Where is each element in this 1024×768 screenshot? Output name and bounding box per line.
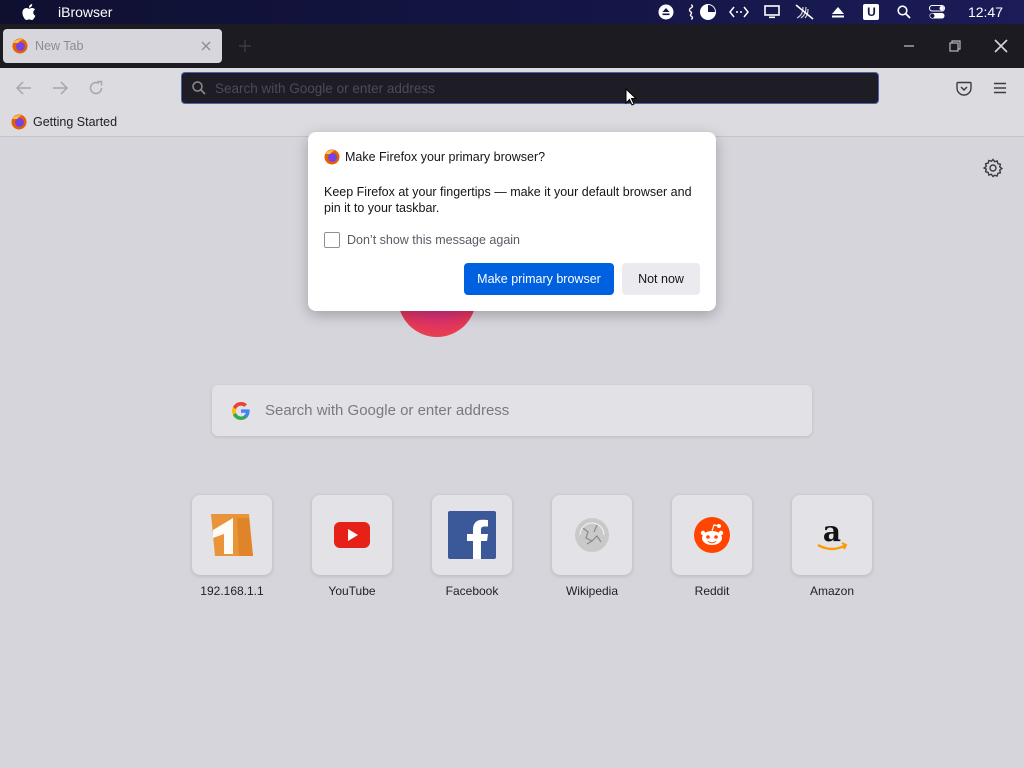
- restore-window-button[interactable]: [943, 34, 967, 58]
- bookmark-getting-started[interactable]: Getting Started: [11, 114, 117, 130]
- top-site-label: Facebook: [445, 584, 499, 598]
- top-site-label: Amazon: [809, 584, 855, 598]
- pocket-icon[interactable]: [953, 77, 975, 99]
- hamburger-menu-icon[interactable]: [989, 77, 1011, 99]
- mouse-pointer-icon: [625, 87, 638, 106]
- close-window-button[interactable]: [989, 34, 1013, 58]
- dialog-message: Keep Firefox at your fingertips — make i…: [324, 185, 692, 215]
- minimize-window-button[interactable]: [897, 34, 921, 58]
- make-primary-browser-button[interactable]: Make primary browser: [464, 263, 614, 295]
- google-icon: [232, 401, 250, 420]
- active-app-name[interactable]: iBrowser: [58, 4, 112, 20]
- dont-show-again-checkbox-row[interactable]: Don’t show this message again: [324, 232, 520, 248]
- top-site-label: YouTube: [328, 584, 376, 598]
- pie-chart-icon[interactable]: [683, 0, 723, 24]
- router-icon: [192, 495, 272, 575]
- code-arrows-icon[interactable]: [723, 0, 756, 24]
- top-site-tile[interactable]: Facebook: [412, 495, 532, 598]
- status-tray: U 12:47: [650, 0, 1024, 24]
- youtube-icon: [312, 495, 392, 575]
- firefox-icon: [12, 38, 28, 54]
- address-input[interactable]: [215, 80, 855, 96]
- display-icon[interactable]: [756, 0, 789, 24]
- tab-new-tab[interactable]: New Tab: [3, 29, 222, 63]
- content-search-input[interactable]: [265, 402, 785, 419]
- navigation-toolbar: [0, 68, 1024, 108]
- mute-icon[interactable]: [789, 0, 822, 24]
- firefox-icon: [324, 149, 340, 165]
- u-badge-icon[interactable]: U: [855, 0, 888, 24]
- top-site-label: Wikipedia: [565, 584, 619, 598]
- top-sites: 192.168.1.1 YouTube Facebook Wikipedia R…: [172, 495, 892, 598]
- dont-show-again-label[interactable]: Don’t show this message again: [347, 233, 520, 247]
- address-bar[interactable]: [181, 72, 879, 104]
- tab-title: New Tab: [35, 39, 84, 53]
- reddit-icon: [672, 495, 752, 575]
- back-arrow-icon[interactable]: [13, 77, 35, 99]
- tab-strip: New Tab: [0, 24, 1024, 68]
- top-site-tile[interactable]: Reddit: [652, 495, 772, 598]
- u-badge-letter: U: [863, 4, 880, 20]
- gear-icon[interactable]: [982, 158, 1004, 178]
- system-menubar: iBrowser U 12:47: [0, 0, 1024, 24]
- content-search-box[interactable]: [212, 385, 812, 436]
- dialog-title: Make Firefox your primary browser?: [345, 150, 546, 164]
- top-site-tile[interactable]: YouTube: [292, 495, 412, 598]
- menubar-clock[interactable]: 12:47: [954, 4, 1024, 20]
- top-site-label: Reddit: [694, 584, 730, 598]
- default-browser-dialog: Make Firefox your primary browser? Keep …: [308, 132, 716, 311]
- top-site-tile[interactable]: 192.168.1.1: [172, 495, 292, 598]
- close-tab-icon[interactable]: [198, 38, 214, 54]
- not-now-button[interactable]: Not now: [622, 263, 700, 295]
- top-site-tile[interactable]: Wikipedia: [532, 495, 652, 598]
- apple-menu-icon[interactable]: [0, 4, 58, 20]
- firefox-icon: [11, 114, 27, 130]
- eject-icon[interactable]: [650, 0, 683, 24]
- bookmark-label: Getting Started: [33, 115, 118, 129]
- reload-icon[interactable]: [85, 77, 107, 99]
- dialog-header: Make Firefox your primary browser?: [324, 149, 545, 165]
- top-site-label: 192.168.1.1: [200, 584, 264, 598]
- forward-arrow-icon[interactable]: [49, 77, 71, 99]
- control-center-icon[interactable]: [921, 0, 954, 24]
- wikipedia-icon: [552, 495, 632, 575]
- facebook-icon: [432, 495, 512, 575]
- dont-show-again-checkbox[interactable]: [324, 232, 340, 248]
- amazon-icon: a: [792, 495, 872, 575]
- upload-icon[interactable]: [822, 0, 855, 24]
- new-tab-button[interactable]: [236, 37, 254, 55]
- top-site-tile[interactable]: a Amazon: [772, 495, 892, 598]
- search-icon[interactable]: [888, 0, 921, 24]
- svg-text:a: a: [823, 515, 841, 548]
- search-icon: [192, 80, 208, 96]
